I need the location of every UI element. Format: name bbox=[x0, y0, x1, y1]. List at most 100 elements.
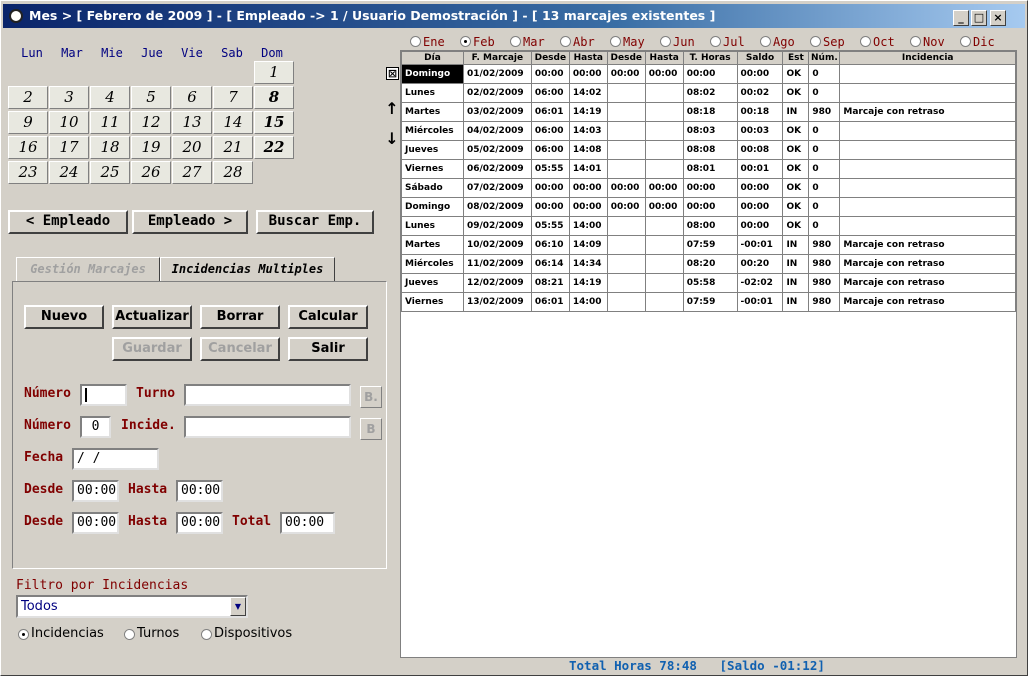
table-row[interactable]: Miércoles 11/02/2009 06:14 14:34 08:20 00:20 I… bbox=[401, 254, 1016, 274]
radio-label-turnos[interactable]: Turnos bbox=[137, 626, 179, 641]
table-row[interactable]: Martes 10/02/2009 06:10 14:09 07:59 -00:01 IN 9… bbox=[401, 235, 1016, 255]
column-header-3[interactable]: Hasta bbox=[568, 51, 608, 65]
close-small-icon[interactable]: ⊠ bbox=[386, 67, 399, 80]
calendar-day-7[interactable]: 7 bbox=[213, 86, 253, 109]
month-label-ene[interactable]: Ene bbox=[423, 35, 445, 49]
month-radio-oct[interactable] bbox=[860, 36, 871, 47]
month-label-feb[interactable]: Feb bbox=[473, 35, 495, 49]
table-row[interactable]: Domingo 01/02/2009 00:00 00:00 00:00 00:00 00:… bbox=[401, 64, 1016, 84]
calendar-day-12[interactable]: 12 bbox=[131, 111, 171, 134]
month-label-abr[interactable]: Abr bbox=[573, 35, 595, 49]
calendar-day-21[interactable]: 21 bbox=[213, 136, 253, 159]
radio-turnos[interactable] bbox=[124, 629, 135, 640]
calendar-day-6[interactable]: 6 bbox=[172, 86, 212, 109]
column-header-7[interactable]: Saldo bbox=[736, 51, 784, 65]
month-radio-sep[interactable] bbox=[810, 36, 821, 47]
month-radio-abr[interactable] bbox=[560, 36, 571, 47]
hasta2-input[interactable]: 00:00 bbox=[176, 512, 223, 534]
title-bar[interactable]: Mes > [ Febrero de 2009 ] - [ Empleado -… bbox=[3, 4, 1025, 28]
next-employee-button[interactable]: Empleado > bbox=[132, 210, 248, 234]
desde2-input[interactable]: 00:00 bbox=[72, 512, 119, 534]
salir-button[interactable]: Salir bbox=[288, 337, 368, 361]
calendar-day-10[interactable]: 10 bbox=[49, 111, 89, 134]
table-row[interactable]: Martes 03/02/2009 06:01 14:19 08:18 00:18 IN 98… bbox=[401, 102, 1016, 122]
nuevo-button[interactable]: Nuevo bbox=[24, 305, 104, 329]
month-label-sep[interactable]: Sep bbox=[823, 35, 845, 49]
calendar-day-11[interactable]: 11 bbox=[90, 111, 130, 134]
calendar-day-25[interactable]: 25 bbox=[90, 161, 130, 184]
calendar-day-27[interactable]: 27 bbox=[172, 161, 212, 184]
calendar-day-18[interactable]: 18 bbox=[90, 136, 130, 159]
column-header-8[interactable]: Est bbox=[782, 51, 810, 65]
radio-incidencias[interactable] bbox=[18, 629, 29, 640]
desde1-input[interactable]: 00:00 bbox=[72, 480, 119, 502]
maximize-button[interactable]: □ bbox=[971, 10, 987, 26]
cancelar-button[interactable]: Cancelar bbox=[200, 337, 280, 361]
month-label-dic[interactable]: Dic bbox=[973, 35, 995, 49]
calendar-day-13[interactable]: 13 bbox=[172, 111, 212, 134]
arrow-up-icon[interactable]: ↑ bbox=[384, 99, 400, 121]
calendar-day-28[interactable]: 28 bbox=[213, 161, 253, 184]
month-radio-feb[interactable] bbox=[460, 36, 471, 47]
calendar-day-23[interactable]: 23 bbox=[8, 161, 48, 184]
month-radio-jun[interactable] bbox=[660, 36, 671, 47]
actualizar-button[interactable]: Actualizar bbox=[112, 305, 192, 329]
incide-input[interactable] bbox=[184, 416, 351, 438]
table-row[interactable]: Miércoles 04/02/2009 06:00 14:03 08:03 00:03 O… bbox=[401, 121, 1016, 141]
column-header-10[interactable]: Incidencia bbox=[839, 51, 1016, 65]
column-header-5[interactable]: Hasta bbox=[644, 51, 684, 65]
month-radio-mar[interactable] bbox=[510, 36, 521, 47]
table-row[interactable]: Sábado 07/02/2009 00:00 00:00 00:00 00:00 00:0… bbox=[401, 178, 1016, 198]
calendar-day-4[interactable]: 4 bbox=[90, 86, 130, 109]
month-radio-ago[interactable] bbox=[760, 36, 771, 47]
tab-incidencias-multiples[interactable]: Incidencias Multiples bbox=[160, 257, 335, 282]
radio-label-dispositivos[interactable]: Dispositivos bbox=[214, 626, 292, 641]
month-label-mar[interactable]: Mar bbox=[523, 35, 545, 49]
table-row[interactable]: Lunes 09/02/2009 05:55 14:00 08:00 00:00 OK 0 bbox=[401, 216, 1016, 236]
month-radio-nov[interactable] bbox=[910, 36, 921, 47]
column-header-9[interactable]: Núm. bbox=[808, 51, 841, 65]
month-label-oct[interactable]: Oct bbox=[873, 35, 895, 49]
calendar-day-3[interactable]: 3 bbox=[49, 86, 89, 109]
table-row[interactable]: Domingo 08/02/2009 00:00 00:00 00:00 00:00 00:… bbox=[401, 197, 1016, 217]
fecha-input[interactable]: / / bbox=[72, 448, 159, 470]
hasta1-input[interactable]: 00:00 bbox=[176, 480, 223, 502]
calendar-day-2[interactable]: 2 bbox=[8, 86, 48, 109]
column-header-2[interactable]: Desde bbox=[530, 51, 570, 65]
month-label-jul[interactable]: Jul bbox=[723, 35, 745, 49]
calendar-day-22[interactable]: 22 bbox=[254, 136, 294, 159]
table-row[interactable]: Jueves 05/02/2009 06:00 14:08 08:08 00:08 OK 0 bbox=[401, 140, 1016, 160]
numero-input[interactable] bbox=[80, 384, 127, 406]
calendar-day-9[interactable]: 9 bbox=[8, 111, 48, 134]
calcular-button[interactable]: Calcular bbox=[288, 305, 368, 329]
table-row[interactable]: Viernes 06/02/2009 05:55 14:01 08:01 00:01 OK 0 bbox=[401, 159, 1016, 179]
search-employee-button[interactable]: Buscar Emp. bbox=[256, 210, 374, 234]
calendar-day-8[interactable]: 8 bbox=[254, 86, 294, 109]
borrar-button[interactable]: Borrar bbox=[200, 305, 280, 329]
calendar-day-26[interactable]: 26 bbox=[131, 161, 171, 184]
column-header-1[interactable]: F. Marcaje bbox=[462, 51, 532, 65]
tab-gestion-marcajes[interactable]: Gestión Marcajes bbox=[16, 257, 160, 281]
month-label-jun[interactable]: Jun bbox=[673, 35, 695, 49]
column-header-4[interactable]: Desde bbox=[606, 51, 646, 65]
column-header-0[interactable]: Día bbox=[401, 51, 464, 65]
calendar-day-14[interactable]: 14 bbox=[213, 111, 253, 134]
filter-select[interactable]: Todos ▼ bbox=[16, 595, 248, 618]
month-radio-ene[interactable] bbox=[410, 36, 421, 47]
minimize-button[interactable]: _ bbox=[953, 10, 969, 26]
incide-search-button[interactable]: B bbox=[360, 418, 382, 440]
close-button[interactable]: × bbox=[990, 10, 1006, 26]
table-row[interactable]: Lunes 02/02/2009 06:00 14:02 08:02 00:02 OK 0 bbox=[401, 83, 1016, 103]
calendar-day-15[interactable]: 15 bbox=[254, 111, 294, 134]
column-header-6[interactable]: T. Horas bbox=[682, 51, 738, 65]
month-label-may[interactable]: May bbox=[623, 35, 645, 49]
total-input[interactable]: 00:00 bbox=[280, 512, 335, 534]
arrow-down-icon[interactable]: ↓ bbox=[384, 129, 400, 151]
calendar-day-24[interactable]: 24 bbox=[49, 161, 89, 184]
turno-input[interactable] bbox=[184, 384, 351, 406]
radio-label-incidencias[interactable]: Incidencias bbox=[31, 626, 104, 641]
calendar-day-17[interactable]: 17 bbox=[49, 136, 89, 159]
calendar-day-1[interactable]: 1 bbox=[254, 61, 294, 84]
calendar-day-16[interactable]: 16 bbox=[8, 136, 48, 159]
chevron-down-icon[interactable]: ▼ bbox=[230, 597, 246, 616]
